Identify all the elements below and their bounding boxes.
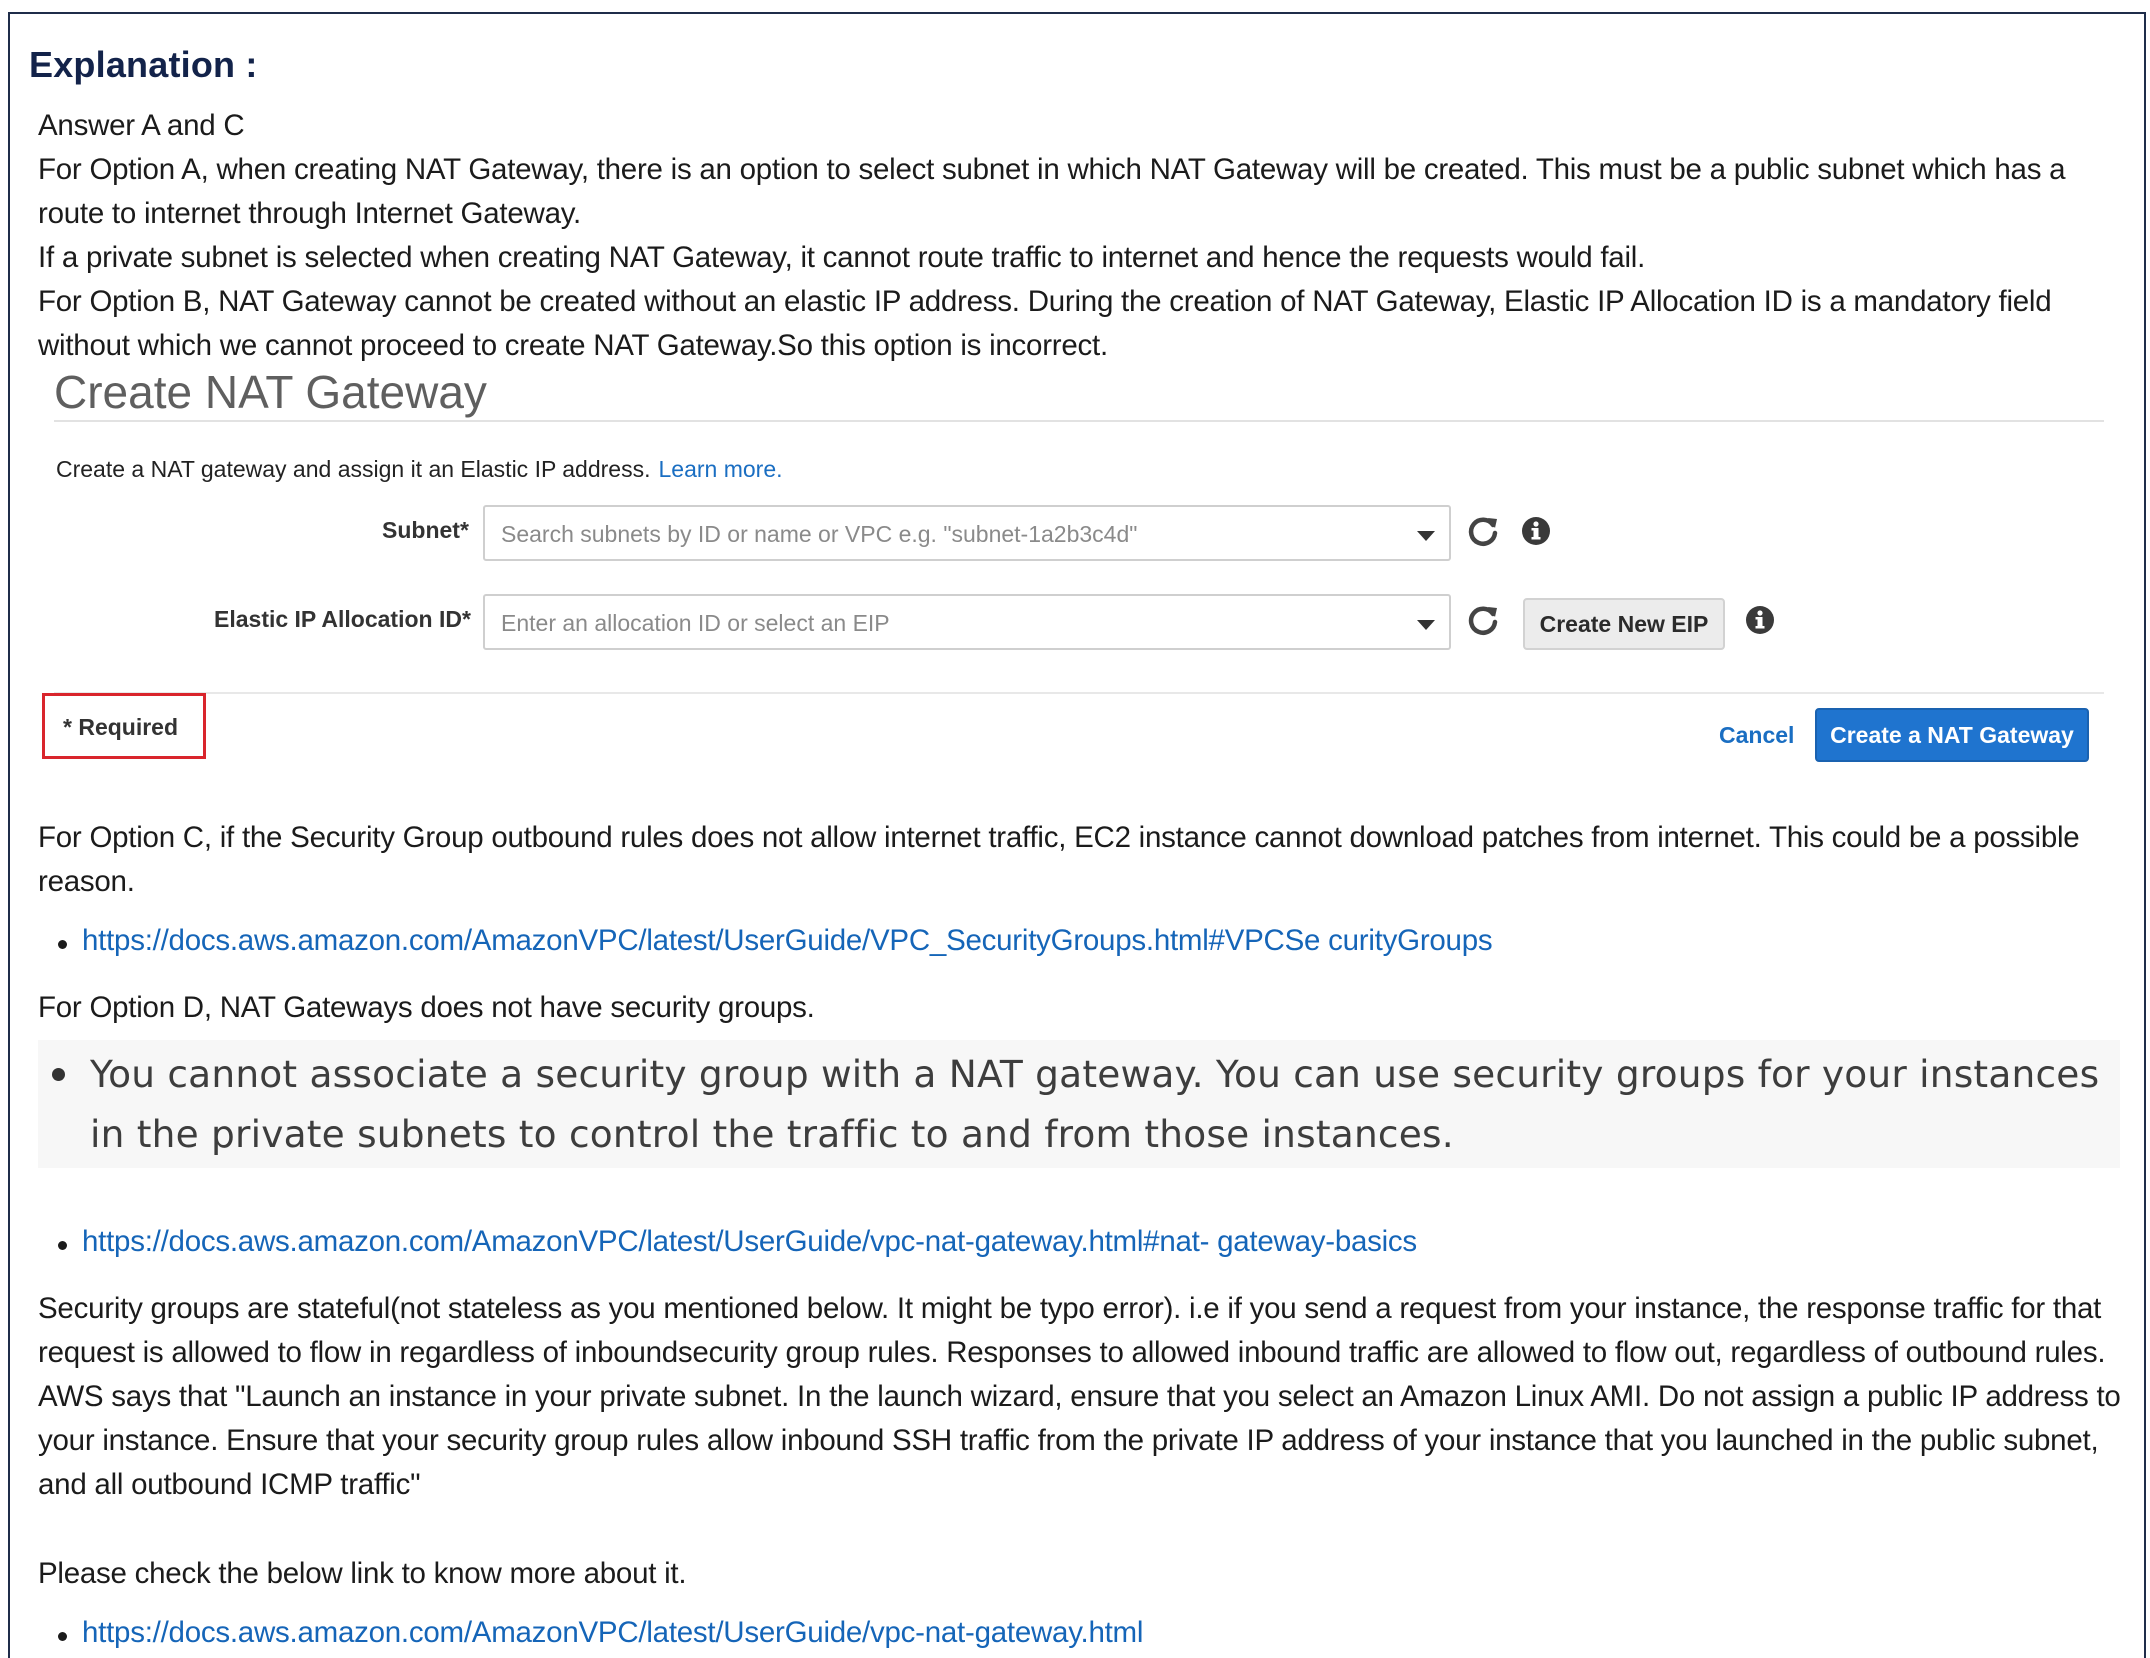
form-title: Create NAT Gateway <box>54 366 487 418</box>
form-description: Create a NAT gateway and assign it an El… <box>56 456 783 483</box>
bullet <box>52 1068 65 1081</box>
answer-line: Answer A and C <box>38 109 245 142</box>
security-groups-link[interactable]: https://docs.aws.amazon.com/AmazonVPC/la… <box>82 924 1493 958</box>
link-intro-text: Please check the below link to know more… <box>38 1557 687 1590</box>
private-subnet-text: If a private subnet is selected when cre… <box>38 241 1646 274</box>
info-icon[interactable] <box>1521 516 1551 546</box>
security-groups-explanation: Security groups are stateful(not statele… <box>38 1292 2121 1501</box>
learn-more-link[interactable]: Learn more. <box>659 456 783 482</box>
explanation-heading: Explanation : <box>29 44 258 85</box>
cancel-button[interactable]: Cancel <box>1719 722 1794 749</box>
option-b-text: For Option B, NAT Gateway cannot be crea… <box>38 285 2052 362</box>
info-icon[interactable] <box>1745 605 1775 635</box>
bullet <box>58 1241 67 1250</box>
eip-select[interactable]: Enter an allocation ID or select an EIP <box>483 594 1451 650</box>
bullet <box>58 1632 67 1641</box>
bullet <box>58 940 67 949</box>
quote-image: You cannot associate a security group wi… <box>38 1040 2120 1168</box>
required-note-highlight: * Required <box>42 693 206 759</box>
nat-gateway-link[interactable]: https://docs.aws.amazon.com/AmazonVPC/la… <box>82 1616 1143 1650</box>
eip-label: Elastic IP Allocation ID* <box>214 606 471 632</box>
chevron-down-icon <box>1417 620 1435 630</box>
description-text: Create a NAT gateway and assign it an El… <box>56 456 651 482</box>
option-a-text: For Option A, when creating NAT Gateway,… <box>38 153 2066 230</box>
eip-placeholder: Enter an allocation ID or select an EIP <box>501 610 890 636</box>
required-note: * Required <box>63 714 179 740</box>
subnet-label: Subnet* <box>382 517 469 543</box>
nat-basics-link[interactable]: https://docs.aws.amazon.com/AmazonVPC/la… <box>82 1225 1417 1259</box>
option-d-text: For Option D, NAT Gateways does not have… <box>38 991 815 1024</box>
subnet-select[interactable]: Search subnets by ID or name or VPC e.g.… <box>483 505 1451 561</box>
divider <box>54 420 2104 422</box>
divider <box>54 692 2104 694</box>
subnet-placeholder: Search subnets by ID or name or VPC e.g.… <box>501 521 1138 547</box>
create-new-eip-button[interactable]: Create New EIP <box>1523 598 1725 650</box>
option-c-text: For Option C, if the Security Group outb… <box>38 821 2080 898</box>
refresh-icon[interactable] <box>1466 603 1500 637</box>
create-nat-gateway-button[interactable]: Create a NAT Gateway <box>1815 708 2089 762</box>
quote-text: You cannot associate a security group wi… <box>90 1052 2100 1156</box>
chevron-down-icon <box>1417 531 1435 541</box>
refresh-icon[interactable] <box>1466 514 1500 548</box>
